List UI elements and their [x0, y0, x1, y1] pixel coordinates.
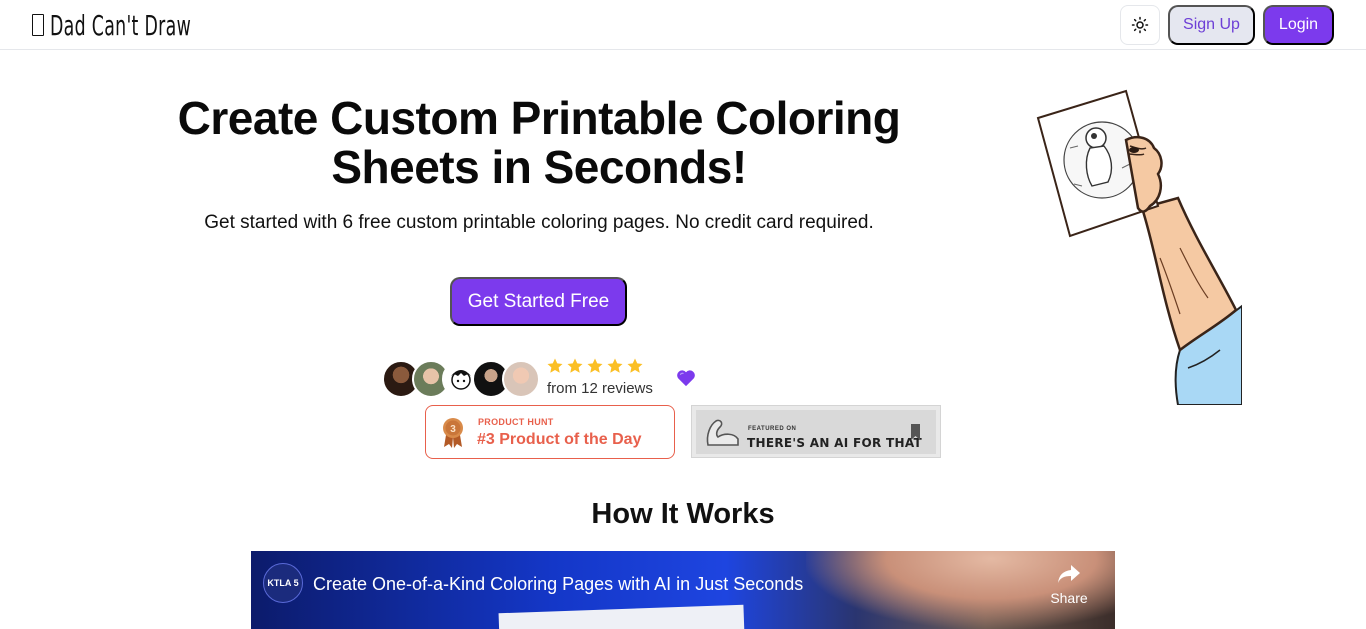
how-it-works-video[interactable]: KTLA 5 Create One-of-a-Kind Coloring Pag…: [251, 551, 1115, 629]
taaft-main-label: THERE'S AN AI FOR THAT: [747, 436, 922, 450]
share-label: Share: [1050, 590, 1088, 606]
product-hunt-label: PRODUCT HUNT: [478, 417, 554, 427]
reviewer-avatars: [382, 360, 542, 398]
hand-holding-coloring-page-illustration: [1036, 89, 1242, 405]
video-thumbnail-paper: [498, 604, 745, 629]
share-icon: [1058, 565, 1080, 583]
taaft-badge[interactable]: FEATURED ON THERE'S AN AI FOR THAT: [691, 405, 941, 458]
reviews-count: from 12 reviews: [547, 380, 653, 397]
avatar: [502, 360, 540, 398]
product-hunt-rank: #3 Product of the Day: [477, 431, 642, 448]
flexed-arm-icon: [706, 419, 739, 446]
hero-title: Create Custom Printable Coloring Sheets …: [140, 94, 938, 192]
logo-icon: [32, 14, 44, 36]
medal-icon: 3: [443, 418, 463, 448]
signup-button[interactable]: Sign Up: [1168, 5, 1255, 45]
product-hunt-badge[interactable]: 3 PRODUCT HUNT #3 Product of the Day: [425, 405, 675, 459]
channel-logo[interactable]: KTLA 5: [263, 563, 303, 603]
star-icon: [587, 358, 603, 373]
star-icon: [547, 358, 563, 373]
hero-title-line-2: Sheets in Seconds!: [331, 141, 747, 193]
purple-heart-icon: [677, 370, 695, 387]
hero-title-line-1: Create Custom Printable Coloring: [177, 92, 901, 144]
get-started-button[interactable]: Get Started Free: [450, 277, 627, 326]
sun-icon: [1131, 16, 1149, 34]
hero-subtitle: Get started with 6 free custom printable…: [204, 212, 874, 233]
theme-toggle-button[interactable]: [1120, 5, 1160, 45]
logo-text: Dad Can't Draw: [50, 8, 192, 42]
star-icon: [607, 358, 623, 373]
top-nav: Dad Can't Draw Sign Up Login: [0, 0, 1366, 50]
how-it-works-heading: How It Works: [591, 498, 775, 530]
star-icon: [567, 358, 583, 373]
video-title[interactable]: Create One-of-a-Kind Coloring Pages with…: [313, 574, 803, 595]
taaft-featured-label: FEATURED ON: [748, 426, 797, 432]
video-share-button[interactable]: Share: [1041, 563, 1097, 606]
logo-link[interactable]: Dad Can't Draw: [32, 6, 278, 44]
rating-stars: [546, 357, 644, 375]
star-icon: [627, 358, 643, 373]
login-button[interactable]: Login: [1263, 5, 1334, 45]
bookmark-icon: [911, 424, 920, 440]
medal-number: 3: [450, 424, 456, 435]
taaft-badge-inner: FEATURED ON THERE'S AN AI FOR THAT: [696, 410, 936, 454]
